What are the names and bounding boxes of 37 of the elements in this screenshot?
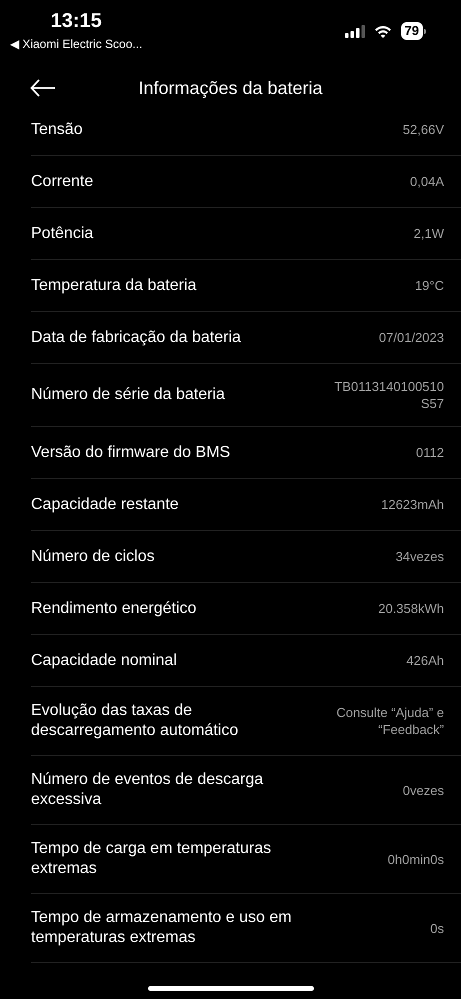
info-value: 426Ah xyxy=(406,652,444,669)
back-to-app-link[interactable]: ◀ Xiaomi Electric Scoo... xyxy=(10,37,142,51)
back-arrow-icon[interactable] xyxy=(30,79,56,97)
wifi-icon xyxy=(374,24,392,38)
info-value: TB0113140100510 S57 xyxy=(333,378,444,412)
battery-level: 79 xyxy=(400,22,423,40)
info-label: Capacidade nominal xyxy=(31,650,177,670)
info-value: 0s xyxy=(430,920,444,936)
status-time: 13:15 xyxy=(50,10,102,33)
info-label: Versão do firmware do BMS xyxy=(31,442,230,462)
info-label: Evolução das taxas de descarregamento automático xyxy=(31,701,240,741)
info-value: 34vezes xyxy=(396,548,444,565)
info-value: 12623mAh xyxy=(381,496,444,513)
info-value: 2,1W xyxy=(414,225,444,242)
info-label: Data de fabricação da bateria xyxy=(31,328,241,348)
info-label: Rendimento energético xyxy=(31,598,196,618)
info-value: 52,66V xyxy=(402,121,444,138)
page-title: Informações da bateria xyxy=(138,78,323,98)
info-label: Número de série da bateria xyxy=(31,385,225,405)
info-label: Tempo de carga em temperaturas extremas xyxy=(31,839,272,879)
info-value: 0,04A xyxy=(410,173,444,190)
info-value: 20.358kWh xyxy=(378,600,444,617)
info-value: 07/01/2023 xyxy=(378,329,444,346)
info-value: 0112 xyxy=(416,444,444,461)
info-label: Tensão xyxy=(31,120,83,140)
info-label: Potência xyxy=(31,224,94,244)
info-label: Número de ciclos xyxy=(31,546,155,566)
info-label: Temperatura da bateria xyxy=(31,276,196,296)
info-label: Tempo de armazenamento e uso em temperaturas extremas xyxy=(31,908,293,948)
info-label: Capacidade restante xyxy=(31,494,179,514)
info-label: Corrente xyxy=(31,172,94,192)
info-label: Número de eventos de descarga excessiva xyxy=(31,770,264,810)
info-value: 0h0min0s xyxy=(388,850,444,868)
info-value: Consulte “Ajuda” e “Feedback” xyxy=(335,704,444,738)
info-value: 19°C xyxy=(414,277,444,294)
info-value: 0vezes xyxy=(402,782,444,798)
signal-icon xyxy=(344,24,365,38)
